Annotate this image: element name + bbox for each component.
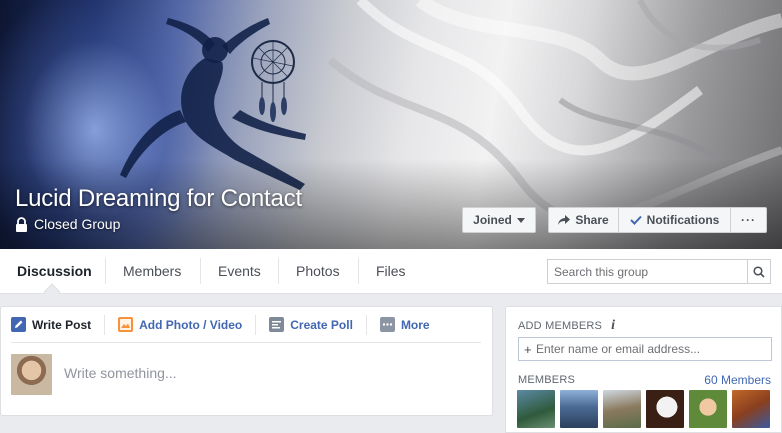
avatar[interactable] — [11, 354, 52, 395]
member-avatar[interactable] — [732, 390, 770, 428]
composer-input[interactable]: Write something... — [64, 365, 177, 381]
member-avatar[interactable] — [603, 390, 641, 428]
more-composer-label: More — [400, 317, 430, 332]
write-post-button[interactable]: Write Post — [11, 314, 106, 335]
tab-photos[interactable]: Photos — [279, 249, 357, 293]
post-composer: Write Post Add Photo / Video Create Poll… — [0, 306, 493, 416]
tab-discussion-label: Discussion — [17, 263, 92, 279]
group-privacy-label: Closed Group — [34, 216, 121, 232]
add-members-heading-label: ADD MEMBERS — [518, 320, 603, 332]
member-avatar[interactable] — [689, 390, 727, 428]
tab-files-label: Files — [376, 263, 406, 279]
group-cover-photo: Lucid Dreaming for Contact Closed Group … — [0, 0, 782, 249]
member-avatar[interactable] — [646, 390, 684, 428]
member-thumbnails — [517, 390, 770, 428]
lock-icon — [16, 216, 27, 232]
add-photo-video-button[interactable]: Add Photo / Video — [118, 314, 257, 335]
tab-members[interactable]: Members — [106, 249, 198, 293]
add-members-input[interactable] — [533, 342, 771, 356]
info-icon[interactable]: i — [611, 318, 615, 334]
more-options-button[interactable]: ··· — [731, 208, 766, 232]
tab-events-label: Events — [218, 263, 261, 279]
search-icon — [753, 265, 765, 278]
checkmark-icon — [629, 215, 642, 225]
search-button[interactable] — [747, 260, 770, 283]
members-heading: MEMBERS — [518, 374, 576, 386]
share-arrow-icon — [558, 215, 571, 225]
tab-photos-label: Photos — [296, 263, 340, 279]
tab-events[interactable]: Events — [201, 249, 278, 293]
more-dots-icon — [379, 317, 395, 332]
group-search — [547, 259, 771, 284]
share-button[interactable]: Share — [549, 208, 619, 232]
plus-icon: + — [524, 341, 532, 357]
members-sidebar: ADD MEMBERS i + MEMBERS 60 Members — [505, 306, 782, 433]
members-count-link[interactable]: 60 Members — [704, 373, 771, 387]
joined-button[interactable]: Joined — [462, 207, 536, 233]
more-dots-icon: ··· — [741, 213, 756, 227]
group-privacy: Closed Group — [15, 216, 120, 232]
share-label: Share — [575, 213, 609, 227]
pencil-icon — [11, 317, 26, 332]
poll-icon — [269, 317, 285, 332]
joined-label: Joined — [473, 213, 512, 227]
add-members-heading: ADD MEMBERS i — [518, 318, 615, 334]
group-name[interactable]: Lucid Dreaming for Contact — [15, 185, 302, 213]
notifications-button[interactable]: Notifications — [619, 208, 731, 232]
photo-icon — [118, 317, 134, 332]
notifications-label: Notifications — [646, 213, 720, 227]
search-input[interactable] — [548, 260, 747, 283]
member-avatar[interactable] — [517, 390, 555, 428]
create-poll-label: Create Poll — [290, 317, 353, 332]
member-avatar[interactable] — [560, 390, 598, 428]
tab-files[interactable]: Files — [359, 249, 423, 293]
tab-members-label: Members — [123, 263, 182, 279]
dreamcatcher-illustration — [251, 40, 295, 122]
add-members-field: + — [518, 337, 772, 361]
group-tab-bar: Discussion Members Events Photos Files — [0, 249, 782, 294]
write-post-label: Write Post — [32, 317, 92, 332]
cover-action-buttons: Share Notifications ··· — [548, 207, 767, 233]
add-photo-video-label: Add Photo / Video — [139, 317, 243, 332]
chevron-down-icon — [516, 217, 525, 223]
more-composer-button[interactable]: More — [379, 315, 443, 335]
create-poll-button[interactable]: Create Poll — [269, 314, 367, 335]
composer-actions: Write Post Add Photo / Video Create Poll… — [11, 307, 481, 343]
